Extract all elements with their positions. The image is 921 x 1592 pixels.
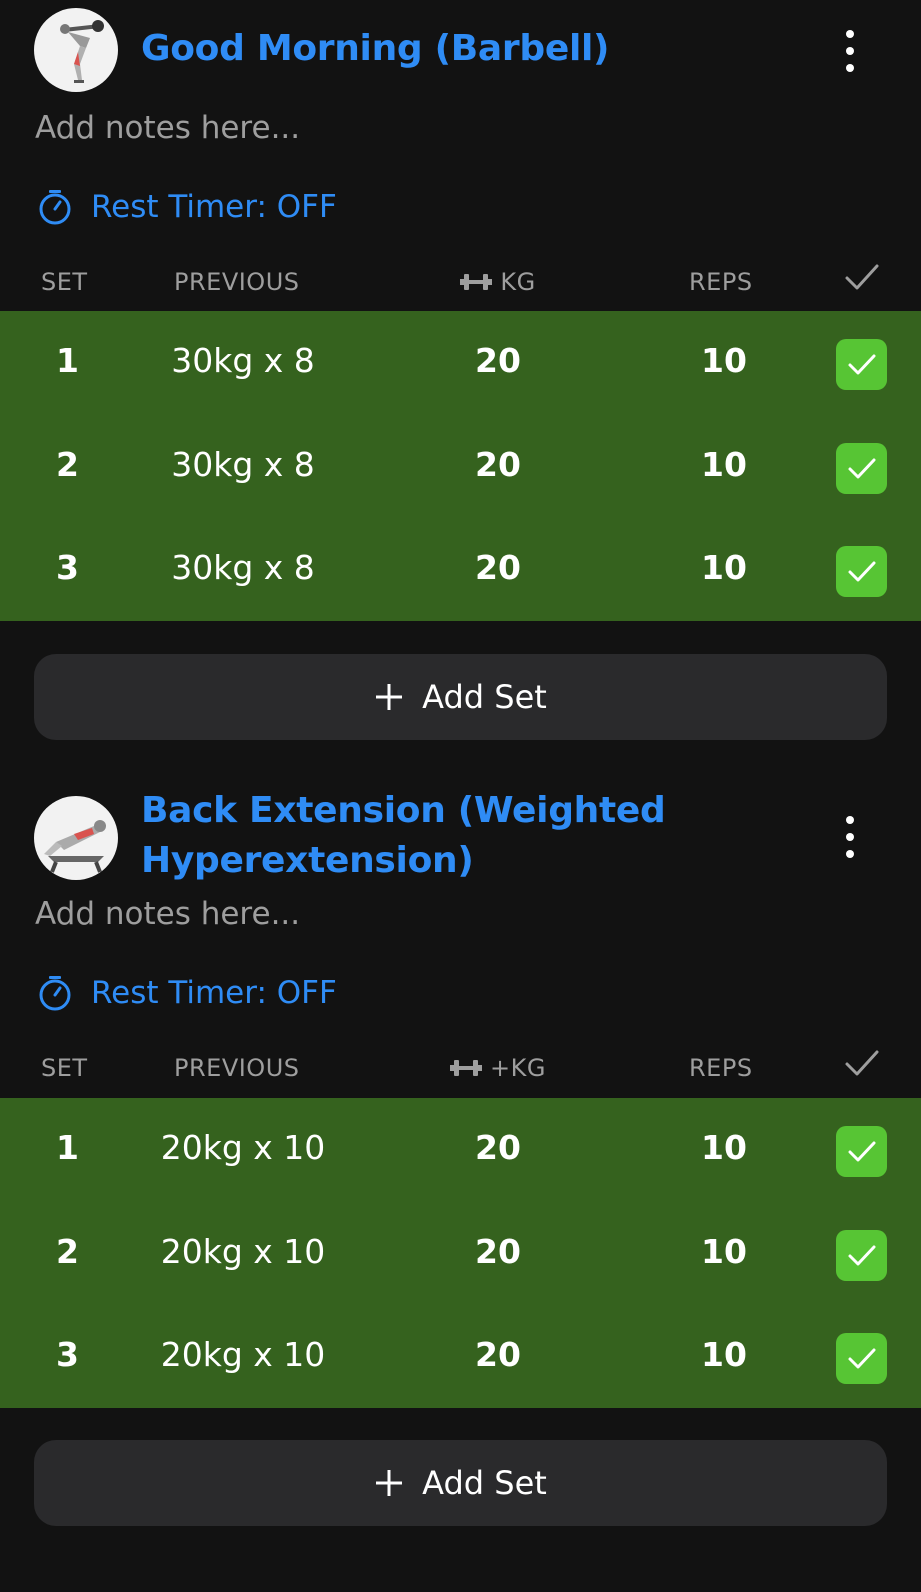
set-complete-checkbox[interactable] bbox=[836, 1126, 887, 1177]
set-complete-checkbox[interactable] bbox=[836, 546, 887, 597]
plus-icon bbox=[374, 1468, 404, 1498]
header-kg: KG bbox=[0, 268, 921, 296]
exercise-title-line: Hyperextension) bbox=[141, 840, 474, 881]
header-kg-label: +KG bbox=[490, 1054, 546, 1082]
set-complete-checkbox[interactable] bbox=[836, 1333, 887, 1384]
exercise-title-line: Back Extension (Weighted bbox=[141, 790, 666, 831]
check-icon bbox=[848, 1245, 875, 1265]
header-check-icon bbox=[844, 262, 880, 298]
set-complete-checkbox[interactable] bbox=[836, 1230, 887, 1281]
exercise-title[interactable]: Good Morning (Barbell) bbox=[141, 24, 609, 74]
dumbbell-icon bbox=[460, 274, 493, 290]
check-icon bbox=[848, 1141, 875, 1161]
reps-input[interactable]: 10 bbox=[0, 1335, 921, 1374]
check-icon bbox=[848, 354, 875, 374]
more-options-icon[interactable] bbox=[835, 24, 865, 78]
more-options-icon[interactable] bbox=[835, 810, 865, 864]
notes-field[interactable]: Add notes here... bbox=[35, 896, 300, 932]
reps-input[interactable]: 10 bbox=[0, 1128, 921, 1167]
header-reps: REPS bbox=[689, 268, 753, 296]
column-headers: SET PREVIOUS +KG REPS bbox=[0, 1044, 921, 1094]
set-row: 2 20kg x 10 20 10 bbox=[0, 1202, 921, 1305]
check-icon bbox=[848, 561, 875, 581]
set-row: 1 20kg x 10 20 10 bbox=[0, 1098, 921, 1202]
reps-input[interactable]: 10 bbox=[0, 445, 921, 484]
header-kg: +KG bbox=[0, 1054, 921, 1082]
back-extension-figure-icon bbox=[44, 820, 106, 873]
exercise-title[interactable]: Back Extension (Weighted Hyperextension) bbox=[141, 786, 666, 886]
sets-table: 1 30kg x 8 20 10 2 30kg x 8 20 10 3 30kg… bbox=[0, 311, 921, 621]
notes-field[interactable]: Add notes here... bbox=[35, 110, 300, 146]
reps-input[interactable]: 10 bbox=[0, 1232, 921, 1271]
column-headers: SET PREVIOUS KG REPS bbox=[0, 258, 921, 308]
rest-timer-button[interactable]: Rest Timer: OFF bbox=[37, 974, 337, 1012]
set-row: 3 20kg x 10 20 10 bbox=[0, 1305, 921, 1408]
exercise-title-line: Good Morning (Barbell) bbox=[141, 28, 610, 69]
add-set-button[interactable]: Add Set bbox=[34, 654, 887, 740]
rest-timer-label: Rest Timer: OFF bbox=[91, 975, 337, 1011]
add-set-label: Add Set bbox=[422, 1464, 547, 1502]
good-morning-figure-icon bbox=[60, 20, 104, 83]
exercise-thumbnail[interactable] bbox=[34, 8, 118, 92]
exercise-thumbnail[interactable] bbox=[34, 796, 118, 880]
add-set-label: Add Set bbox=[422, 678, 547, 716]
set-complete-checkbox[interactable] bbox=[836, 443, 887, 494]
check-icon bbox=[848, 458, 875, 478]
add-set-button[interactable]: Add Set bbox=[34, 1440, 887, 1526]
reps-input[interactable]: 10 bbox=[0, 548, 921, 587]
plus-icon bbox=[374, 682, 404, 712]
check-icon bbox=[848, 1348, 875, 1368]
set-row: 3 30kg x 8 20 10 bbox=[0, 518, 921, 621]
header-reps: REPS bbox=[689, 1054, 753, 1082]
reps-input[interactable]: 10 bbox=[0, 341, 921, 380]
rest-timer-label: Rest Timer: OFF bbox=[91, 189, 337, 225]
stopwatch-icon bbox=[39, 190, 71, 225]
set-complete-checkbox[interactable] bbox=[836, 339, 887, 390]
header-kg-label: KG bbox=[500, 268, 536, 296]
stopwatch-icon bbox=[39, 976, 71, 1011]
set-row: 1 30kg x 8 20 10 bbox=[0, 311, 921, 415]
rest-timer-button[interactable]: Rest Timer: OFF bbox=[37, 188, 337, 226]
set-row: 2 30kg x 8 20 10 bbox=[0, 415, 921, 518]
header-check-icon bbox=[844, 1048, 880, 1084]
dumbbell-icon bbox=[450, 1060, 483, 1076]
sets-table: 1 20kg x 10 20 10 2 20kg x 10 20 10 3 20… bbox=[0, 1098, 921, 1408]
